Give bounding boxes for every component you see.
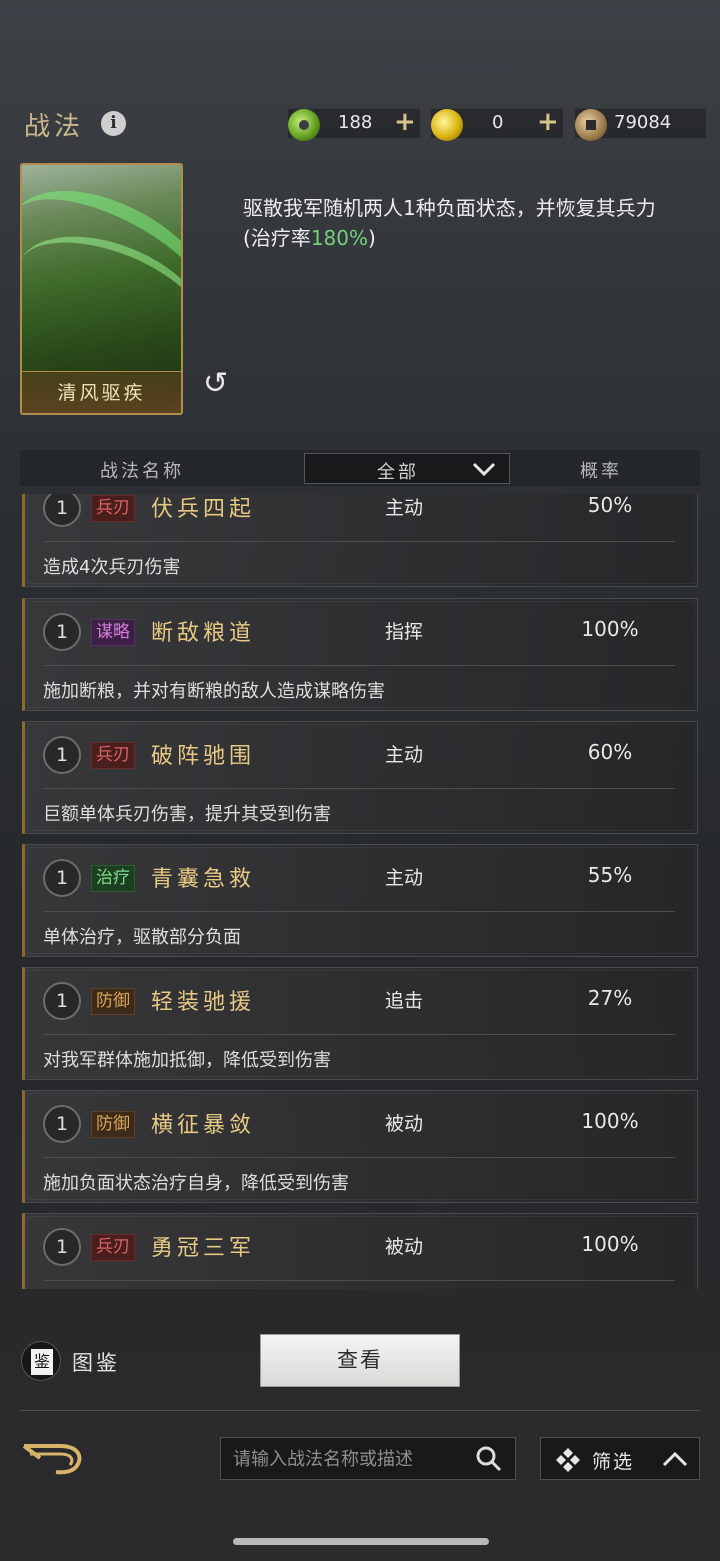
heal-rate-value: 180%: [310, 226, 368, 250]
skill-rate: 55%: [587, 863, 633, 887]
skill-tag: 防御: [91, 1111, 135, 1138]
skill-name: 青囊急救: [151, 867, 256, 892]
skill-level: 1: [43, 613, 81, 651]
back-arrow-icon[interactable]: [20, 1440, 86, 1476]
skill-level: 1: [43, 859, 81, 897]
skill-tag: 兵刃: [91, 1234, 135, 1261]
row-divider: [43, 1157, 675, 1158]
gold-value: 0: [492, 112, 504, 133]
skill-name: 横征暴敛: [151, 1113, 256, 1138]
copper-coin-icon: [575, 109, 607, 141]
skill-name: 伏兵四起: [151, 497, 256, 522]
search-input[interactable]: [233, 1447, 463, 1471]
col-rate: 概率: [580, 461, 622, 482]
chevron-up-icon: [662, 1451, 688, 1467]
skill-type: 追击: [385, 990, 424, 1012]
skill-type: 被动: [385, 1113, 424, 1135]
row-divider: [43, 1034, 675, 1035]
skill-level: 1: [43, 982, 81, 1020]
skill-type: 主动: [385, 497, 424, 519]
footer-divider: [20, 1410, 700, 1411]
skill-tag: 兵刃: [91, 495, 135, 522]
codex-icon-glyph: 鉴: [31, 1349, 53, 1375]
skill-description-end: ): [368, 226, 376, 250]
skill-name: 破阵驰围: [151, 744, 256, 769]
filter-icon: [556, 1448, 580, 1472]
jade-resource: 188 +: [288, 107, 420, 141]
skill-level: 1: [43, 494, 81, 527]
page-title: 战法: [24, 112, 85, 142]
skill-rate: 60%: [587, 740, 633, 764]
copper-value: 79084: [614, 112, 672, 133]
jade-coin-icon: [288, 109, 320, 141]
col-skill-name: 战法名称: [100, 461, 184, 482]
row-divider: [43, 911, 675, 912]
skill-row[interactable]: 1 防御 轻装驰援 追击 27% 对我军群体施加抵御，降低受到伤害: [22, 967, 698, 1080]
skill-rate: 100%: [581, 1109, 639, 1133]
skill-type: 主动: [385, 867, 424, 889]
filter-label: 筛选: [592, 1451, 635, 1473]
skill-desc: 施加断粮，并对有断粮的敌人造成谋略伤害: [43, 681, 385, 702]
skill-name: 勇冠三军: [151, 1236, 256, 1261]
skill-desc: 单体治疗，驱散部分负面: [43, 927, 241, 948]
row-divider: [43, 541, 675, 542]
chevron-down-icon: [472, 462, 496, 477]
skill-rate: 100%: [581, 617, 639, 641]
skill-type: 主动: [385, 744, 424, 766]
skill-row[interactable]: 1 谋略 断敌粮道 指挥 100% 施加断粮，并对有断粮的敌人造成谋略伤害: [22, 598, 698, 711]
skill-row[interactable]: 1 治疗 青囊急救 主动 55% 单体治疗，驱散部分负面: [22, 844, 698, 957]
skill-tag: 兵刃: [91, 742, 135, 769]
skill-card-name: 清风驱疾: [22, 371, 181, 413]
type-filter-value: 全部: [377, 462, 419, 483]
skill-level: 1: [43, 1228, 81, 1266]
skill-rate: 50%: [587, 494, 633, 517]
codex-icon[interactable]: 鉴: [21, 1341, 61, 1381]
filter-button[interactable]: 筛选: [540, 1437, 700, 1480]
gold-coin-icon: [431, 109, 463, 141]
skill-desc: 造成4次兵刃伤害: [43, 557, 181, 578]
skill-row[interactable]: 1 兵刃 勇冠三军 被动 100%: [22, 1213, 698, 1289]
skill-row[interactable]: 1 防御 横征暴敛 被动 100% 施加负面状态治疗自身，降低受到伤害: [22, 1090, 698, 1203]
gold-plus-button[interactable]: +: [537, 107, 559, 137]
skill-description: 驱散我军随机两人1种负面状态，并恢复其兵力(治疗率180%): [243, 193, 683, 253]
row-divider: [43, 788, 675, 789]
skill-rate: 27%: [587, 986, 633, 1010]
home-indicator[interactable]: [233, 1538, 489, 1545]
codex-label[interactable]: 图鉴: [72, 1347, 120, 1377]
skill-desc: 施加负面状态治疗自身，降低受到伤害: [43, 1173, 349, 1194]
jade-value: 188: [338, 112, 373, 133]
copper-resource: 79084: [575, 108, 706, 141]
row-divider: [43, 1280, 675, 1281]
skill-level: 1: [43, 1105, 81, 1143]
jade-plus-button[interactable]: +: [394, 107, 416, 137]
info-icon[interactable]: i: [101, 111, 126, 136]
skill-name: 断敌粮道: [151, 621, 256, 646]
skill-type: 指挥: [385, 621, 424, 643]
skill-tag: 谋略: [91, 619, 135, 646]
skill-level: 1: [43, 736, 81, 774]
skill-desc: 对我军群体施加抵御，降低受到伤害: [43, 1050, 331, 1071]
row-divider: [43, 665, 675, 666]
skill-desc: 巨额单体兵刃伤害，提升其受到伤害: [43, 804, 331, 825]
skill-row[interactable]: 1 兵刃 伏兵四起 主动 50% 造成4次兵刃伤害: [22, 494, 698, 587]
search-icon[interactable]: [475, 1445, 503, 1473]
skill-card[interactable]: 清风驱疾: [20, 163, 183, 415]
skill-tag: 防御: [91, 988, 135, 1015]
skill-list[interactable]: 1 兵刃 伏兵四起 主动 50% 造成4次兵刃伤害 1 谋略 断敌粮道 指挥 1…: [0, 494, 720, 1289]
skill-row[interactable]: 1 兵刃 破阵驰围 主动 60% 巨额单体兵刃伤害，提升其受到伤害: [22, 721, 698, 834]
skill-tag: 治疗: [91, 865, 135, 892]
view-button[interactable]: 查看: [260, 1334, 460, 1387]
skill-description-text: 驱散我军随机两人1种负面状态，并恢复其兵力(治疗率: [243, 196, 656, 250]
search-box[interactable]: [220, 1437, 516, 1480]
refresh-icon[interactable]: ↺: [203, 369, 233, 399]
skill-type: 被动: [385, 1236, 424, 1258]
type-filter-dropdown[interactable]: 全部: [304, 453, 510, 484]
skill-rate: 100%: [581, 1232, 639, 1256]
skill-name: 轻装驰援: [151, 990, 256, 1015]
gold-resource: 0 +: [431, 107, 563, 141]
